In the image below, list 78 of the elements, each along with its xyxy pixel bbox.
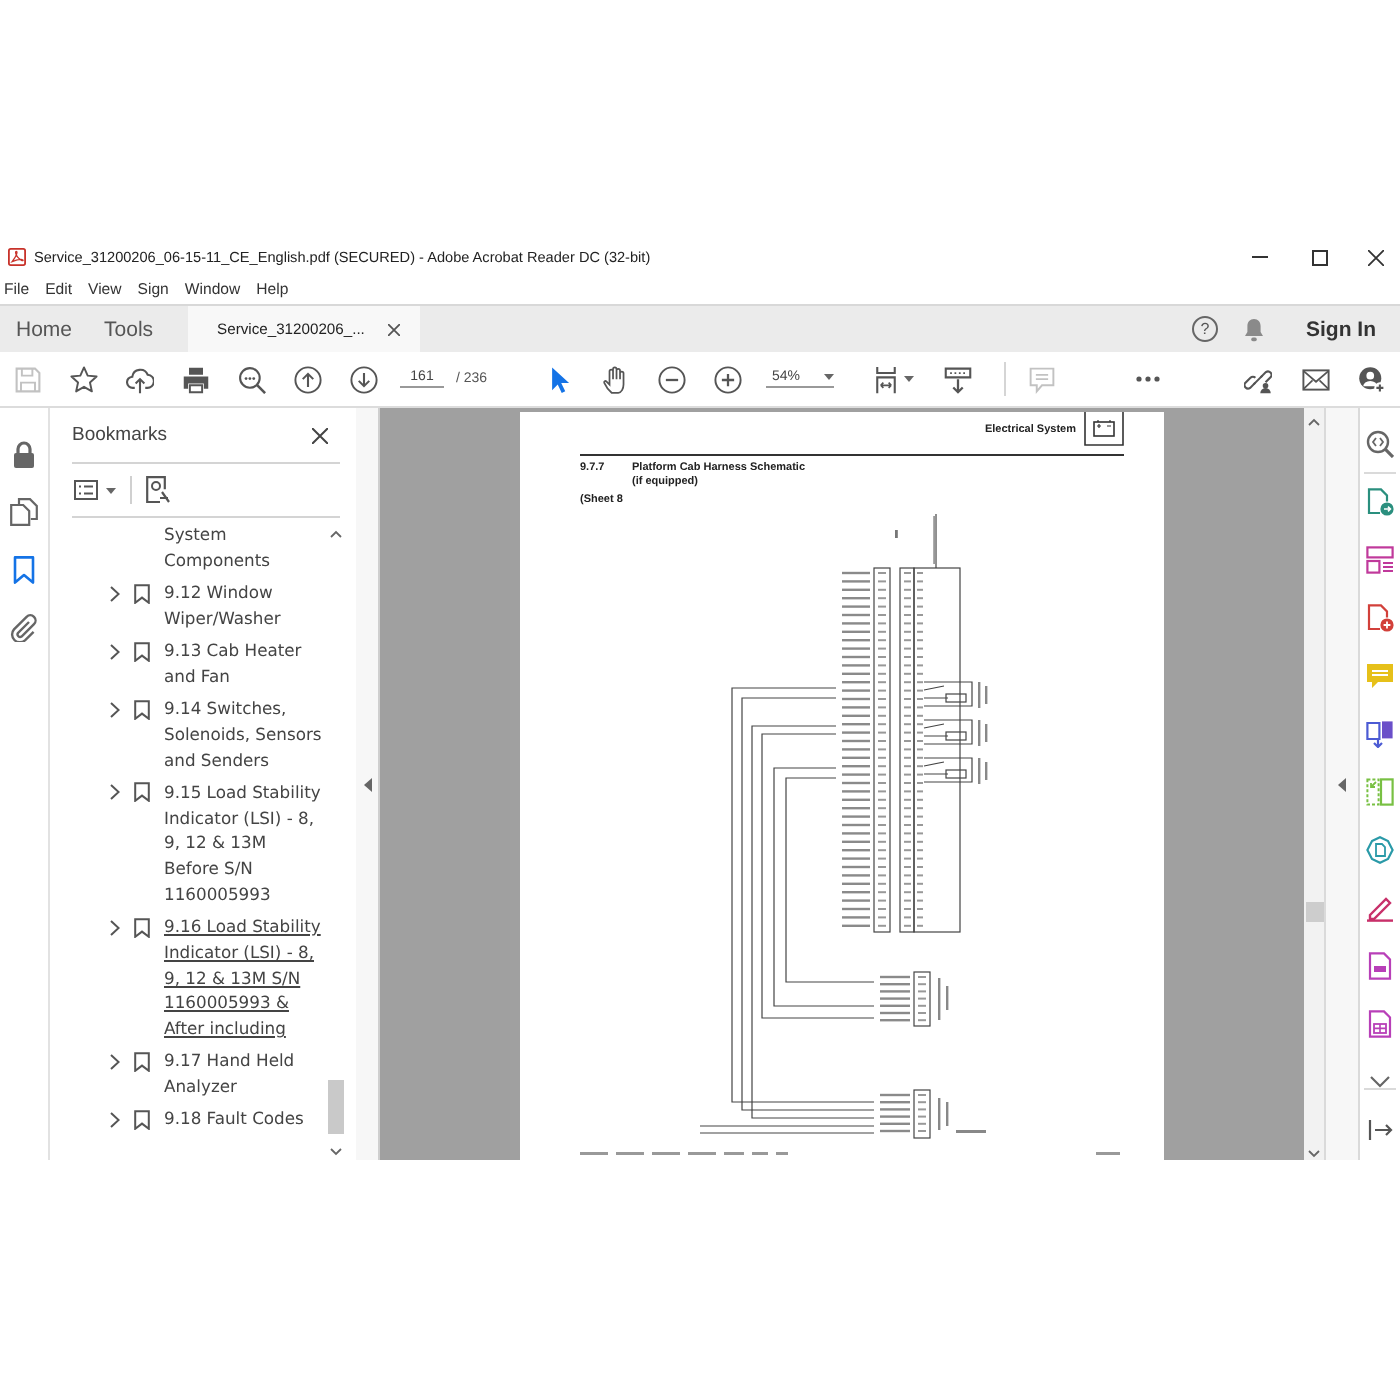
bookmark-icon bbox=[134, 699, 150, 719]
bookmark-item[interactable]: System Components bbox=[164, 522, 325, 573]
sign-in-button[interactable]: Sign In bbox=[1306, 317, 1376, 341]
bookmark-add-icon[interactable] bbox=[146, 476, 170, 504]
scrollbar-thumb[interactable] bbox=[328, 1080, 344, 1134]
caret-down-icon[interactable] bbox=[1308, 1150, 1320, 1158]
lock-icon[interactable] bbox=[10, 440, 38, 468]
caret-icon[interactable] bbox=[904, 376, 914, 382]
zoom-in-icon[interactable] bbox=[714, 365, 742, 393]
bookmark-item[interactable]: 9.18 Fault Codes bbox=[164, 1106, 325, 1132]
chevron-icon[interactable] bbox=[110, 643, 120, 659]
collapse-arrow-icon[interactable] bbox=[1338, 777, 1346, 791]
expand-arrow-icon[interactable] bbox=[1366, 1116, 1394, 1144]
tab[interactable]: Home bbox=[0, 306, 89, 352]
page-layout-icon[interactable] bbox=[1366, 546, 1394, 574]
caret-up-icon[interactable] bbox=[330, 530, 342, 538]
battery-icon bbox=[1084, 412, 1124, 446]
bell-icon[interactable] bbox=[1244, 317, 1264, 341]
form-document-icon[interactable] bbox=[1366, 1010, 1394, 1038]
tab[interactable]: Tools bbox=[88, 306, 170, 352]
search-icon[interactable] bbox=[238, 365, 266, 393]
bookmark-icon bbox=[134, 782, 150, 803]
chevron-icon[interactable] bbox=[110, 1111, 120, 1128]
up-arrow-circle-icon[interactable] bbox=[294, 365, 322, 393]
document-icon[interactable] bbox=[1366, 952, 1394, 980]
more-icon[interactable] bbox=[1136, 376, 1160, 382]
close-icon[interactable] bbox=[312, 427, 328, 443]
document-frame-icon[interactable] bbox=[1366, 836, 1394, 864]
cloud-upload-icon[interactable] bbox=[126, 365, 154, 393]
pdf-file-icon bbox=[8, 248, 26, 266]
close-icon[interactable] bbox=[388, 323, 401, 335]
fit-page-icon[interactable] bbox=[872, 365, 900, 393]
link-icon[interactable] bbox=[1244, 365, 1272, 393]
pen-icon[interactable] bbox=[1366, 894, 1394, 922]
collapse-arrow-icon[interactable] bbox=[363, 777, 371, 791]
help-button[interactable]: ? bbox=[1192, 316, 1218, 342]
caret-down-icon[interactable] bbox=[330, 1148, 342, 1156]
chevron-icon[interactable] bbox=[110, 1053, 120, 1070]
close-icon[interactable] bbox=[1367, 249, 1383, 265]
mail-icon[interactable] bbox=[1302, 365, 1330, 393]
magnifier-icon[interactable] bbox=[1366, 430, 1394, 458]
chevron-icon[interactable] bbox=[110, 701, 120, 717]
zoom-out-icon[interactable] bbox=[658, 365, 686, 393]
hand-icon[interactable] bbox=[602, 365, 630, 393]
bookmark-item[interactable]: 9.12 Window Wiper/Washer bbox=[164, 580, 325, 631]
bookmark-icon bbox=[134, 641, 150, 661]
bookmark-icon bbox=[134, 917, 150, 937]
document-arrow-icon[interactable] bbox=[1366, 488, 1394, 516]
ruler-arrow-icon[interactable] bbox=[944, 365, 972, 393]
down-arrow-circle-icon[interactable] bbox=[350, 365, 378, 393]
chevron-down-icon[interactable] bbox=[1370, 1076, 1390, 1088]
panel-title: Bookmarks bbox=[72, 424, 168, 446]
bookmark-item[interactable]: 9.17 Hand Held Analyzer bbox=[164, 1048, 325, 1100]
pointer-icon[interactable] bbox=[546, 365, 574, 393]
bookmark-icon bbox=[134, 1051, 150, 1072]
document-plus-icon[interactable] bbox=[1366, 604, 1394, 632]
chevron-icon[interactable] bbox=[110, 919, 120, 935]
chevron-icon[interactable] bbox=[110, 784, 120, 801]
bookmark-item[interactable]: 9.13 Cab Heater and Fan bbox=[164, 638, 325, 689]
caret-up-icon[interactable] bbox=[1308, 418, 1320, 426]
chevron-icon[interactable] bbox=[110, 585, 120, 601]
bookmark-icon bbox=[134, 1109, 150, 1130]
list-options-icon[interactable] bbox=[74, 480, 98, 500]
bookmark-item[interactable]: 9.14 Switches, Solenoids, Sensors and Senders bbox=[164, 696, 325, 773]
bookmark-item[interactable]: 9.16 Load Stability Indicator (LSI) - 8, 9, 12 & 13M S/N 1160005993 & After including bbox=[164, 914, 325, 1042]
bookmark-item[interactable]: 9.15 Load Stability Indicator (LSI) - 8, 9, 12 & 13M Before S/N 1160005993 bbox=[164, 779, 325, 907]
documents-arrow-icon[interactable] bbox=[1366, 720, 1394, 748]
caret-icon[interactable] bbox=[106, 487, 116, 493]
user-add-icon[interactable] bbox=[1358, 365, 1386, 393]
printer-icon[interactable] bbox=[182, 365, 210, 393]
maximize-icon[interactable] bbox=[1312, 249, 1328, 265]
bookmark-icon bbox=[134, 583, 150, 603]
bookmark-icon[interactable] bbox=[10, 556, 38, 584]
scrollbar-thumb[interactable] bbox=[1305, 902, 1323, 922]
star-icon[interactable] bbox=[70, 365, 98, 393]
paperclip-icon[interactable] bbox=[10, 614, 38, 642]
pages-icon[interactable] bbox=[10, 498, 38, 526]
caret-icon[interactable] bbox=[824, 374, 834, 380]
